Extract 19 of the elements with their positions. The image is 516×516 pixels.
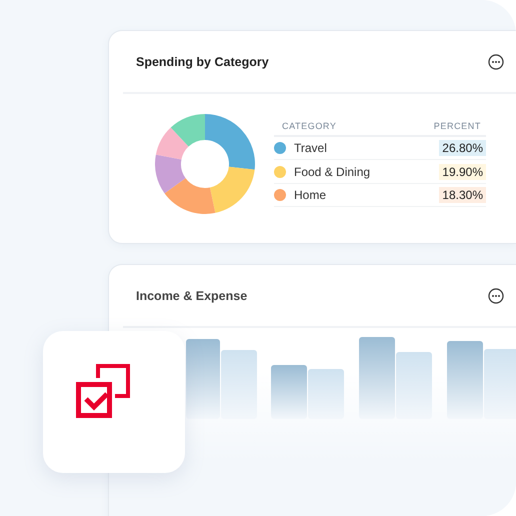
chart-bar bbox=[396, 352, 432, 419]
column-header: PERCENT bbox=[434, 120, 481, 131]
donut-slice bbox=[156, 128, 189, 160]
chart-bar bbox=[308, 369, 344, 419]
more-icon[interactable] bbox=[488, 54, 504, 70]
more-icon[interactable] bbox=[488, 288, 504, 304]
category-name: Travel bbox=[294, 141, 328, 155]
percent-value: 26.80% bbox=[439, 140, 486, 156]
percent-value: 18.30% bbox=[439, 187, 486, 203]
chart-bar bbox=[484, 349, 516, 419]
category-name: Home bbox=[294, 188, 328, 202]
column-header: CATEGORY bbox=[282, 120, 336, 131]
percent-value: 19.90% bbox=[439, 164, 486, 180]
chart-bar bbox=[271, 365, 307, 419]
card-title: Income & Expense bbox=[136, 288, 248, 302]
card-title: Spending by Category bbox=[136, 54, 269, 68]
chart-bar bbox=[221, 350, 257, 419]
donut-slice bbox=[210, 166, 255, 213]
category-name: Food & Dining bbox=[294, 164, 372, 178]
